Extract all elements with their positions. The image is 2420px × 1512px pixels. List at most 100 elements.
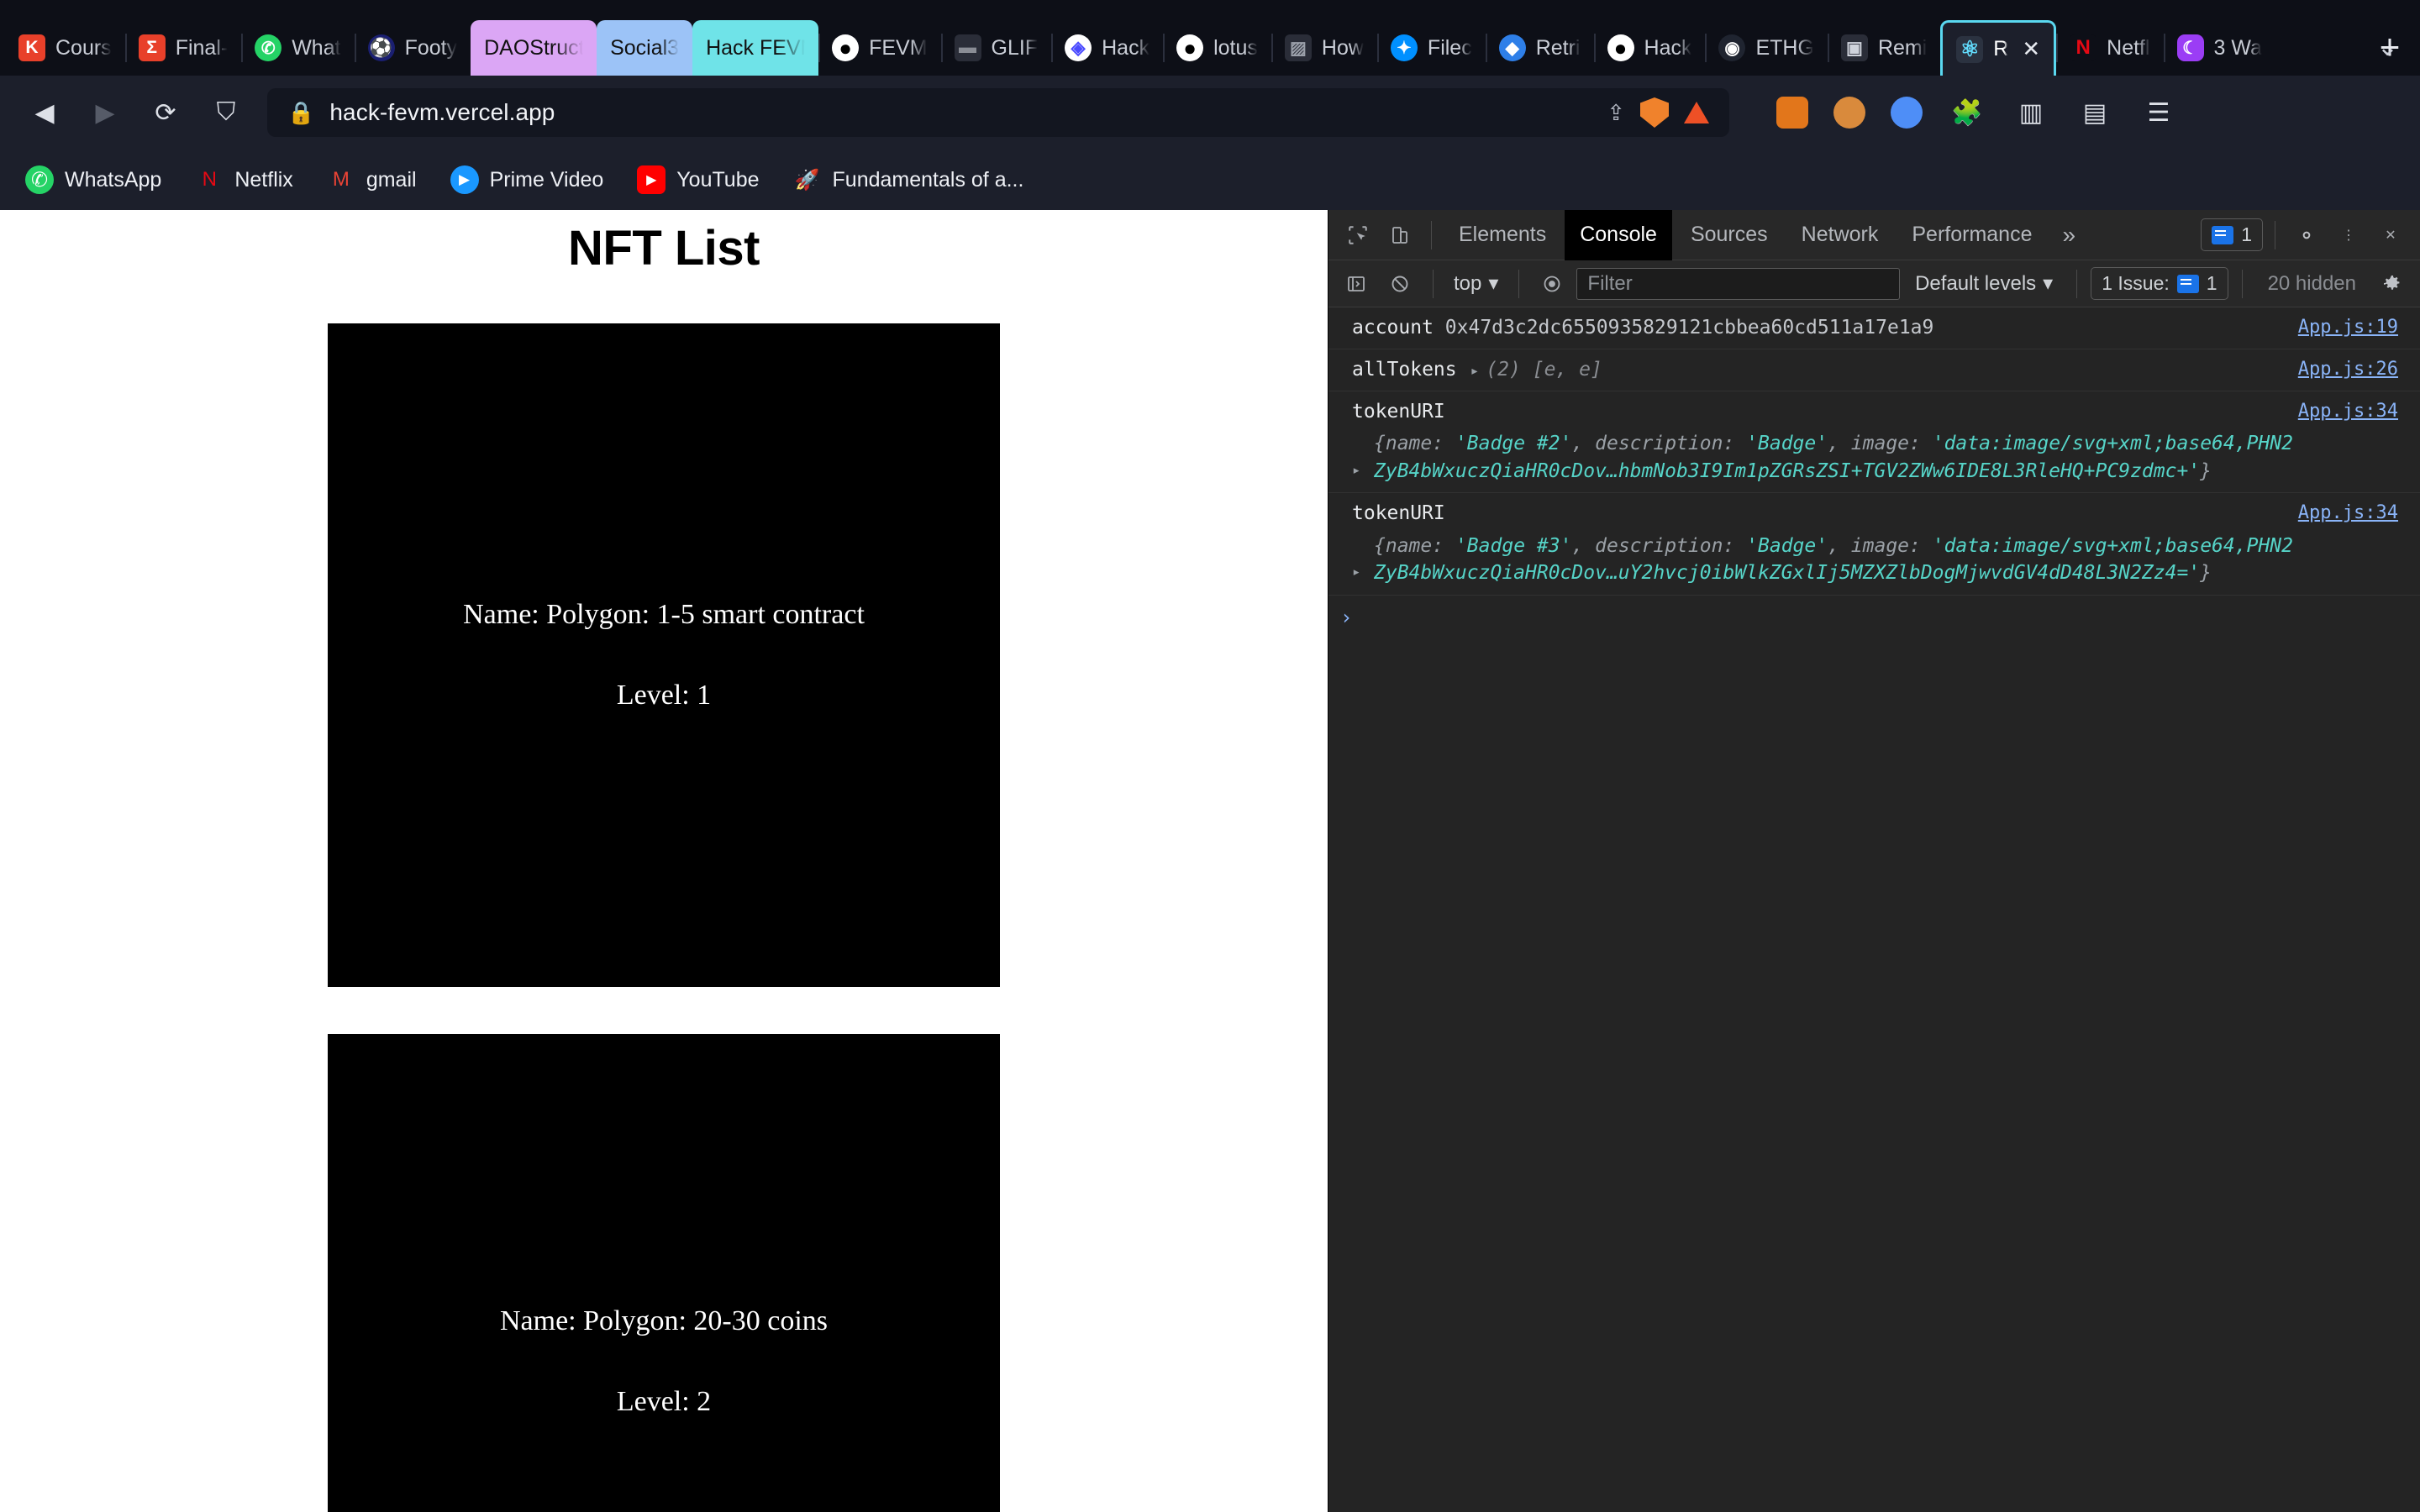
- browser-tab[interactable]: ✦ Filec: [1376, 20, 1486, 76]
- chevron-down-icon: ▾: [1488, 272, 1499, 295]
- browser-tab[interactable]: ▬ GLIF: [940, 20, 1052, 76]
- console-sidebar-icon[interactable]: [1337, 265, 1376, 303]
- log-value: 0x47d3c2dc6550935829121cbbea60cd511a17e1…: [1444, 317, 1934, 339]
- tab-search-chevron-down-icon[interactable]: ⌄: [2377, 33, 2398, 62]
- browser-tab[interactable]: Social3: [597, 20, 693, 76]
- log-label: allTokens: [1352, 359, 1469, 381]
- console-log-row[interactable]: account 0x47d3c2dc6550935829121cbbea60cd…: [1328, 307, 2420, 350]
- back-button[interactable]: ◀: [25, 93, 64, 132]
- bookmark-star-icon[interactable]: ⛉: [207, 93, 245, 132]
- log-source-link[interactable]: App.js:19: [2298, 315, 2420, 341]
- whatsapp-icon: ✆: [25, 165, 54, 194]
- tab-label: FEVM: [869, 35, 928, 60]
- youtube-icon: ▶: [637, 165, 666, 194]
- wallet-icon[interactable]: ▤: [2075, 93, 2114, 132]
- bookmark-label: Prime Video: [489, 167, 604, 192]
- more-tabs-icon[interactable]: »: [2050, 222, 2087, 249]
- console-prompt[interactable]: ›: [1328, 596, 2420, 639]
- browser-tab[interactable]: ● lotus: [1163, 20, 1271, 76]
- tab-label: Filec: [1427, 35, 1472, 60]
- brave-shields-icon[interactable]: [1640, 97, 1669, 128]
- browser-tab[interactable]: ☾ 3 Wa: [2163, 20, 2275, 76]
- console-log-row[interactable]: tokenURI ▸ {name: 'Badge #3', description:…: [1328, 493, 2420, 596]
- nft-name: Name: Polygon: 1-5 smart contract: [463, 599, 865, 630]
- expand-triangle-icon[interactable]: ▸: [1352, 430, 1374, 485]
- tab-sources[interactable]: Sources: [1676, 210, 1783, 260]
- github-icon: ●: [832, 34, 860, 61]
- browser-tab[interactable]: ▣ Remi: [1827, 20, 1940, 76]
- clear-console-icon[interactable]: [1381, 265, 1419, 303]
- ethglobal-icon: ◉: [1718, 34, 1746, 61]
- obj-brace: {: [1374, 534, 1386, 557]
- tab-elements[interactable]: Elements: [1444, 210, 1561, 260]
- bookmark-item[interactable]: N Netflix: [195, 165, 293, 194]
- browser-tab[interactable]: K Cours: [5, 20, 125, 76]
- close-icon[interactable]: ✕: [2371, 216, 2410, 255]
- obj-key-description: , description:: [1571, 534, 1747, 557]
- bookmark-item[interactable]: ▶ Prime Video: [450, 165, 604, 194]
- expand-triangle-icon[interactable]: ▸: [1352, 533, 1374, 587]
- extension-rainbow-icon[interactable]: [1891, 97, 1923, 129]
- browser-tab[interactable]: ▨ How: [1270, 20, 1377, 76]
- browser-tab[interactable]: DAOStruct: [471, 20, 597, 76]
- browser-tab[interactable]: ◉ ETHG: [1705, 20, 1827, 76]
- device-toolbar-icon[interactable]: [1381, 216, 1419, 255]
- tab-label: Hack FEVM: [706, 35, 805, 60]
- console-log-row[interactable]: allTokens ▸ (2) [e, e] App.js:26: [1328, 349, 2420, 392]
- forward-button[interactable]: ▶: [86, 93, 124, 132]
- tab-label: Final-: [175, 35, 229, 60]
- obj-key-name: name:: [1385, 433, 1455, 455]
- filter-input[interactable]: Filter: [1576, 267, 1901, 300]
- tab-performance[interactable]: Performance: [1897, 210, 2047, 260]
- tab-close-icon[interactable]: ✕: [2022, 36, 2040, 62]
- hidden-messages-count: 20 hidden: [2267, 271, 2356, 295]
- glif-icon: ▬: [954, 34, 981, 61]
- whatsapp-icon: ✆: [255, 34, 282, 61]
- log-source-link[interactable]: App.js:26: [2298, 357, 2420, 383]
- browser-tab[interactable]: ● FEVM: [818, 20, 940, 76]
- tab-console[interactable]: Console: [1565, 209, 1672, 260]
- log-level-selector[interactable]: Default levels ▾: [1905, 271, 2063, 296]
- browser-tab[interactable]: Hack FEVM: [692, 20, 819, 76]
- browser-tab[interactable]: ⚛ R ✕: [1940, 20, 2057, 76]
- devtools-panel: Elements Console Sources Network Perform…: [1328, 209, 2420, 1512]
- execution-context-selector[interactable]: top ▾: [1447, 271, 1505, 296]
- bookmark-item[interactable]: Mgmail: [327, 165, 417, 194]
- bookmark-item[interactable]: ✆ WhatsApp: [25, 165, 161, 194]
- bookmark-item[interactable]: 🚀 Fundamentals of a...: [793, 165, 1024, 194]
- brave-leo-icon[interactable]: [1684, 102, 1709, 123]
- inspect-cursor-icon[interactable]: [1339, 216, 1377, 255]
- gear-icon[interactable]: [2287, 216, 2326, 255]
- browser-tab[interactable]: ✆ What: [241, 20, 354, 76]
- extension-metamask-icon[interactable]: [1776, 97, 1808, 129]
- expand-triangle-icon[interactable]: ▸: [1470, 361, 1479, 381]
- kebab-menu-icon[interactable]: ⋮: [2329, 216, 2368, 255]
- console-log-list[interactable]: account 0x47d3c2dc6550935829121cbbea60cd…: [1328, 307, 2420, 1512]
- browser-tab[interactable]: ⚽ Footy: [354, 20, 471, 76]
- share-icon[interactable]: ⇪: [1607, 100, 1625, 126]
- log-source-link[interactable]: App.js:34: [2298, 399, 2420, 424]
- bookmark-item[interactable]: ▶ YouTube: [637, 165, 760, 194]
- issues-badge[interactable]: 1 Issue: 1: [2091, 267, 2228, 300]
- nft-card[interactable]: Name: Polygon: 20-30 coins Level: 2: [328, 1034, 1000, 1512]
- address-bar[interactable]: 🔒 hack-fevm.vercel.app ⇪: [267, 88, 1729, 137]
- extensions-puzzle-icon[interactable]: 🧩: [1948, 93, 1986, 132]
- browser-tab[interactable]: ◈ Hack: [1051, 20, 1163, 76]
- nft-card[interactable]: Name: Polygon: 1-5 smart contract Level:…: [328, 323, 1000, 987]
- chevron-down-icon: ▾: [2043, 272, 2054, 295]
- console-log-row[interactable]: tokenURI ▸ {name: 'Badge #2', description:…: [1328, 391, 2420, 494]
- live-expression-icon[interactable]: [1533, 265, 1571, 303]
- browser-tab[interactable]: Σ Final-: [124, 20, 242, 76]
- browser-menu-icon[interactable]: ☰: [2139, 93, 2178, 132]
- extension-cat-icon[interactable]: [1833, 97, 1865, 129]
- log-source-link[interactable]: App.js:34: [2298, 501, 2420, 526]
- message-icon: [2212, 225, 2234, 244]
- sidebar-toggle-icon[interactable]: ▥: [2012, 93, 2050, 132]
- messages-badge[interactable]: 1: [2201, 218, 2263, 251]
- reload-button[interactable]: ⟳: [146, 93, 185, 132]
- browser-tab[interactable]: ◆ Retri: [1485, 20, 1594, 76]
- browser-tab[interactable]: N Netfl: [2056, 20, 2163, 76]
- browser-tab[interactable]: ● Hack: [1593, 20, 1706, 76]
- tab-network[interactable]: Network: [1786, 210, 1894, 260]
- gear-icon[interactable]: [2373, 265, 2412, 303]
